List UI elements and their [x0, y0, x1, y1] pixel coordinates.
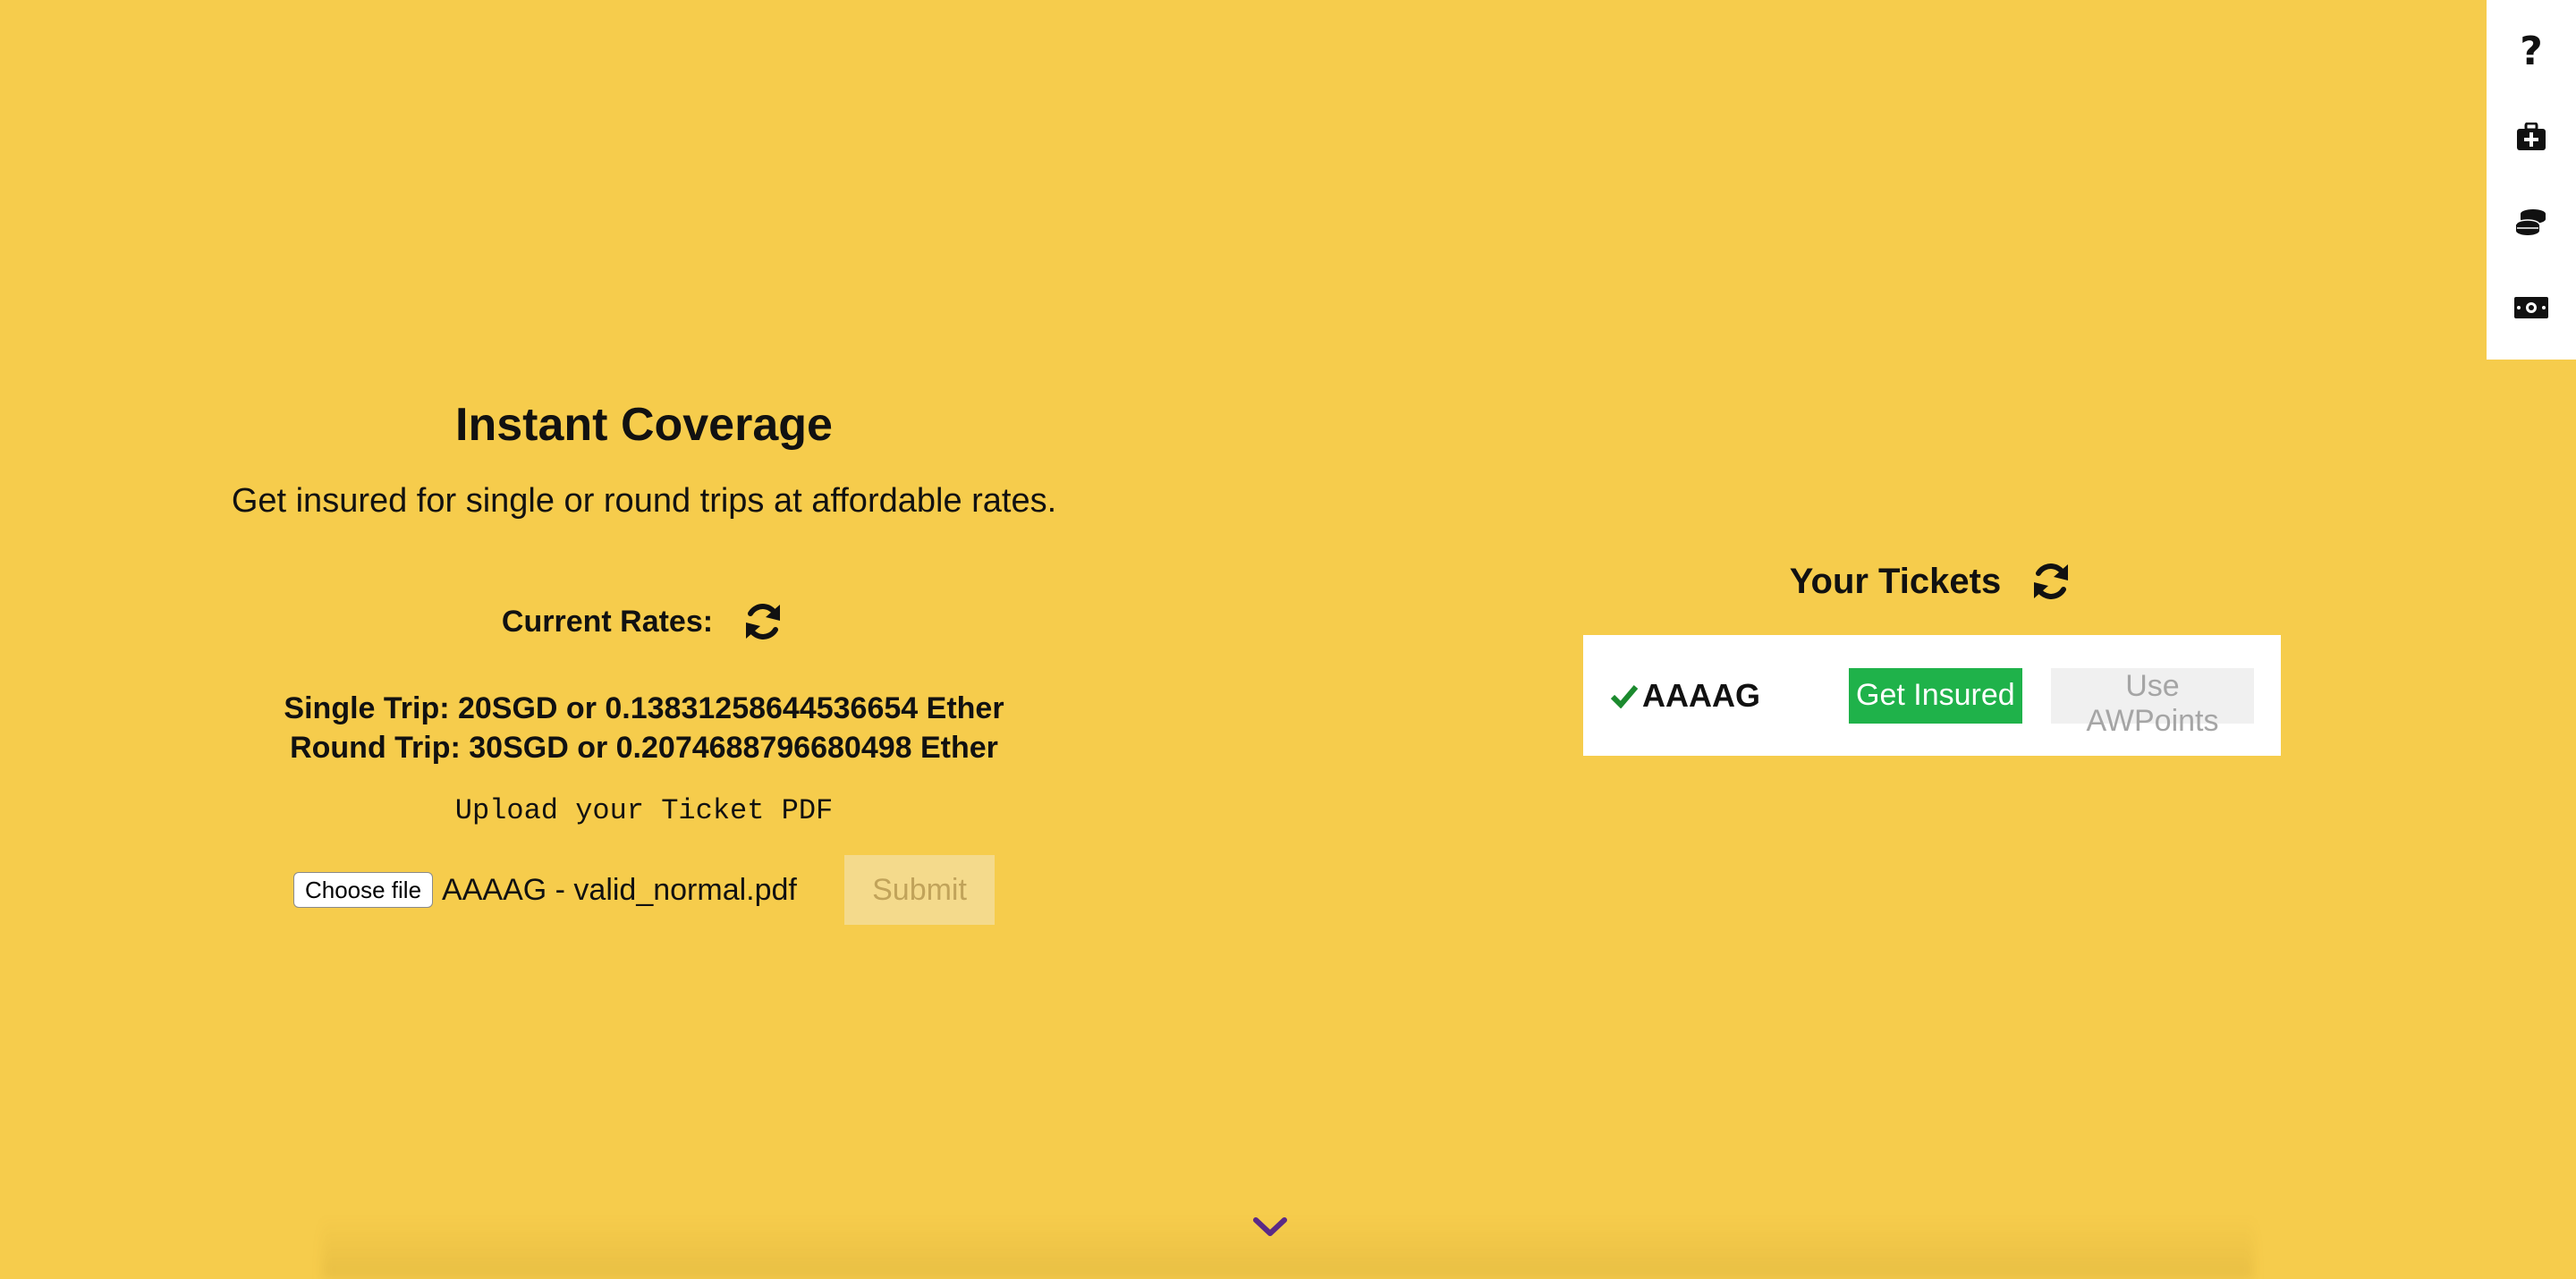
- round-trip-rate: Round Trip: 30SGD or 0.2074688796680498 …: [290, 731, 998, 765]
- refresh-icon: [2034, 563, 2069, 599]
- page-title: Instant Coverage: [455, 399, 833, 451]
- refresh-icon: [746, 604, 781, 640]
- coins-button[interactable]: [2504, 196, 2558, 250]
- choose-file-button[interactable]: Choose file: [292, 872, 434, 908]
- selected-file-name: AAAAG - valid_normal.pdf: [442, 872, 797, 907]
- question-icon: ?: [2520, 29, 2543, 75]
- medkit-button[interactable]: [2504, 110, 2558, 164]
- page-subtitle: Get insured for single or round trips at…: [231, 482, 1057, 520]
- single-trip-rate: Single Trip: 20SGD or 0.1383125864453665…: [284, 691, 1004, 725]
- scroll-down-button[interactable]: [1252, 1209, 1288, 1245]
- side-icon-rail: ?: [2487, 0, 2576, 360]
- refresh-tickets-button[interactable]: [2028, 558, 2074, 605]
- current-rates-label: Current Rates:: [501, 604, 714, 639]
- refresh-rates-button[interactable]: [740, 598, 786, 645]
- submit-button[interactable]: Submit: [844, 855, 996, 925]
- bottom-shadow: [322, 1216, 2254, 1279]
- medkit-icon: [2517, 123, 2546, 151]
- rates-list: Single Trip: 20SGD or 0.1383125864453665…: [107, 689, 1181, 767]
- money-bill-icon: [2514, 297, 2548, 319]
- current-rates-row: Current Rates:: [107, 590, 1181, 653]
- upload-label: Upload your Ticket PDF: [454, 794, 834, 827]
- use-awpoints-button[interactable]: Use AWPoints: [2050, 667, 2254, 738]
- money-button[interactable]: [2504, 281, 2558, 335]
- upload-row: Choose file AAAAG - valid_normal.pdf Sub…: [107, 855, 1181, 925]
- tickets-title: Your Tickets: [1789, 561, 2002, 601]
- help-button[interactable]: ?: [2504, 25, 2558, 79]
- ticket-id-cell: AAAAG: [1610, 677, 1849, 715]
- coverage-section: Instant Coverage Get insured for single …: [107, 376, 1181, 925]
- ticket-id: AAAAG: [1642, 676, 1760, 714]
- chevron-down-icon: [1253, 1217, 1287, 1236]
- tickets-section: Your Tickets AAAAG Get Insured Use AWPoi…: [1583, 546, 2281, 756]
- check-icon: [1610, 683, 1639, 708]
- get-insured-button[interactable]: Get Insured: [1848, 667, 2022, 724]
- coins-icon: [2515, 208, 2546, 235]
- ticket-card: AAAAG Get Insured Use AWPoints: [1583, 635, 2281, 756]
- tickets-header: Your Tickets: [1583, 546, 2281, 617]
